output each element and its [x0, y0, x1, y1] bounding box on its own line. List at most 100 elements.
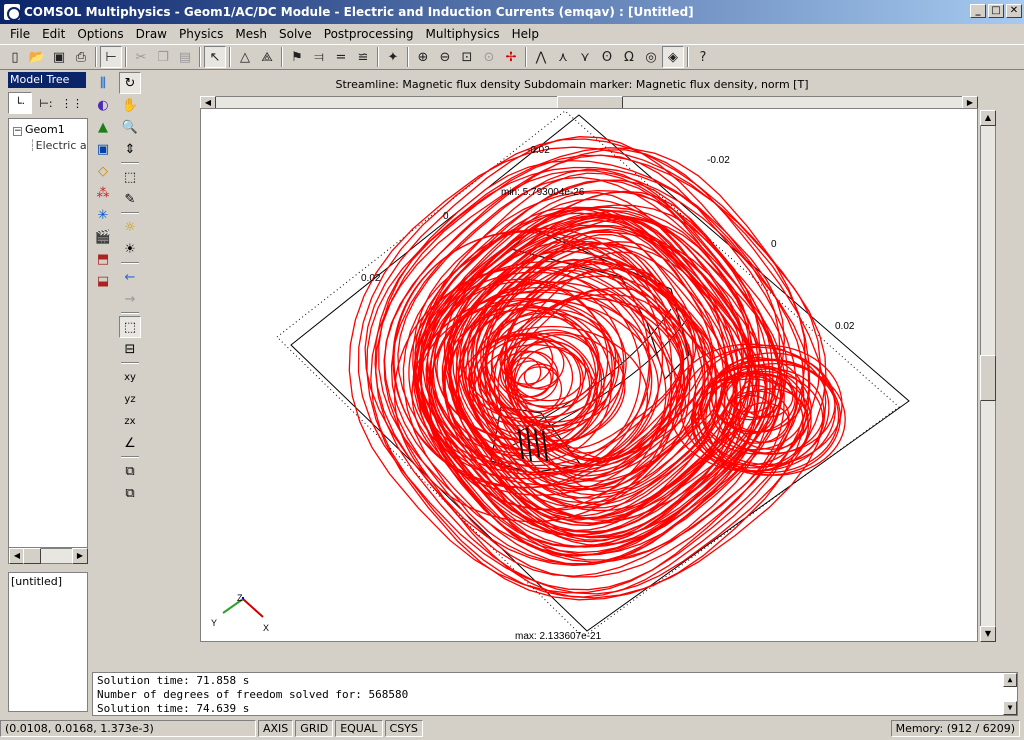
omega-icon[interactable]: Ω	[618, 46, 640, 68]
view-zx-icon[interactable]: zx	[119, 410, 141, 432]
scroll-thumb[interactable]	[980, 355, 996, 401]
axis-label: 0.02	[361, 273, 381, 284]
zoom-extents-icon[interactable]: ⊙	[478, 46, 500, 68]
tree-node-electric[interactable]: ┆Electric a	[29, 139, 87, 152]
mesh-mode-icon[interactable]: ⟁	[256, 46, 278, 68]
scroll-up-button[interactable]: ▲	[1003, 673, 1017, 687]
subdomain-icon[interactable]: ⚑	[286, 46, 308, 68]
save-icon[interactable]: ▣	[48, 46, 70, 68]
tree-detail-icon[interactable]: ⊢:	[34, 92, 58, 114]
arrow-plot-icon[interactable]: ⁂	[92, 182, 114, 204]
menu-physics[interactable]: Physics	[173, 27, 229, 41]
refine-mesh-icon[interactable]: ⋏	[552, 46, 574, 68]
pan-icon[interactable]: ✋	[119, 94, 141, 116]
animate-icon[interactable]: 🎬	[92, 226, 114, 248]
help-icon[interactable]: ?	[692, 46, 714, 68]
menu-draw[interactable]: Draw	[130, 27, 173, 41]
scene-light-icon[interactable]: ☼	[119, 216, 141, 238]
edge-icon[interactable]: ≌	[352, 46, 374, 68]
view-yz-icon[interactable]: yz	[119, 388, 141, 410]
menu-postprocessing[interactable]: Postprocessing	[318, 27, 420, 41]
surface-plot-icon[interactable]: ▲	[92, 116, 114, 138]
csys-toggle[interactable]: CSYS	[384, 719, 423, 737]
select-icon[interactable]: ↖	[204, 46, 226, 68]
boundary-draw-icon[interactable]: ⬓	[92, 270, 114, 292]
tree-icon[interactable]: ⊢	[100, 46, 122, 68]
tree-node-geom1[interactable]: − Geom1	[13, 123, 65, 136]
plot-vertical-scrollbar[interactable]: ▲ ▼	[980, 110, 996, 642]
comsol-app-icon	[4, 4, 21, 21]
cut-icon[interactable]: ✂	[130, 46, 152, 68]
next-view-icon[interactable]: →	[119, 288, 141, 310]
refine-selection-icon[interactable]: ⋎	[574, 46, 596, 68]
circle-icon[interactable]: ◎	[640, 46, 662, 68]
solve-icon[interactable]: ✦	[382, 46, 404, 68]
axis-icon[interactable]: ∠	[119, 432, 141, 454]
toolbar-separator	[121, 262, 139, 264]
scroll-down-button[interactable]: ▼	[1003, 701, 1017, 715]
reset-icon[interactable]: ʘ	[596, 46, 618, 68]
scroll-thumb[interactable]	[23, 548, 41, 564]
collapse-icon[interactable]: −	[13, 127, 22, 136]
zoom-icon[interactable]: 🔍	[119, 116, 141, 138]
plot-parameters-icon[interactable]: ⫼	[92, 72, 114, 94]
streamline	[509, 340, 587, 402]
menu-edit[interactable]: Edit	[36, 27, 71, 41]
transparency-icon[interactable]: ⊟	[119, 338, 141, 360]
rotate-icon[interactable]: ↻	[119, 72, 141, 94]
max-min-icon[interactable]: ✳	[92, 204, 114, 226]
boundary-icon[interactable]: ⫤	[308, 46, 330, 68]
axis-label: 0	[443, 211, 449, 222]
menu-options[interactable]: Options	[71, 27, 129, 41]
close-button[interactable]: ✕	[1006, 4, 1022, 18]
menu-help[interactable]: Help	[506, 27, 545, 41]
axis-toggle[interactable]: AXIS	[258, 719, 294, 737]
toolbar-separator	[121, 162, 139, 164]
init-mesh-icon[interactable]: ⋀	[530, 46, 552, 68]
paste-icon[interactable]: ▤	[174, 46, 196, 68]
plot-canvas[interactable]: -0.02 -0.02 0 0 0.02 0.02 min: 5.793004e…	[200, 108, 978, 642]
decrease-height-icon[interactable]: ⧉	[119, 482, 141, 504]
zoom-window-icon[interactable]: ⊡	[456, 46, 478, 68]
new-icon[interactable]: ▯	[4, 46, 26, 68]
scroll-right-button[interactable]: ▶	[72, 548, 88, 564]
menu-file[interactable]: File	[4, 27, 36, 41]
scroll-down-button[interactable]: ▼	[980, 626, 996, 642]
headlight-icon[interactable]: ☀	[119, 238, 141, 260]
slice-plot-icon[interactable]: ◇	[92, 160, 114, 182]
tree-all-icon[interactable]: ⋮⋮	[60, 92, 84, 114]
minimize-button[interactable]: _	[970, 4, 986, 18]
move-icon[interactable]: ⇕	[119, 138, 141, 160]
scroll-up-button[interactable]: ▲	[980, 110, 996, 126]
streamline-icon[interactable]: ◐	[92, 94, 114, 116]
draw-mode-icon[interactable]: △	[234, 46, 256, 68]
menu-mesh[interactable]: Mesh	[229, 27, 273, 41]
menu-multiphysics[interactable]: Multiphysics	[420, 27, 506, 41]
tree-view-icon[interactable]: └·	[8, 92, 32, 114]
subdomain-draw-icon[interactable]: ⬒	[92, 248, 114, 270]
view-xy-icon[interactable]: xy	[119, 366, 141, 388]
grid-toggle[interactable]: GRID	[295, 719, 334, 737]
camera-icon[interactable]: ⬚	[119, 166, 141, 188]
print-icon[interactable]: ⎙	[70, 46, 92, 68]
default-3d-view-icon[interactable]: ⬚	[119, 316, 141, 338]
previous-view-icon[interactable]: ←	[119, 266, 141, 288]
menu-solve[interactable]: Solve	[273, 27, 318, 41]
tree-horizontal-scrollbar[interactable]: ◀ ▶	[8, 548, 88, 564]
streamline-plot[interactable]: -0.02 -0.02 0 0 0.02 0.02 min: 5.793004e…	[201, 109, 977, 642]
maximize-button[interactable]: □	[988, 4, 1004, 18]
open-icon[interactable]: 📂	[26, 46, 48, 68]
log-console[interactable]: Solution time: 71.858 s Number of degree…	[92, 672, 1018, 716]
boundary-plot-icon[interactable]: ▣	[92, 138, 114, 160]
equal-toggle[interactable]: EQUAL	[335, 719, 383, 737]
log-line: Solution time: 71.858 s	[97, 674, 250, 687]
zoom-in-icon[interactable]: ⊕	[412, 46, 434, 68]
copy-icon[interactable]: ❐	[152, 46, 174, 68]
selection-icon[interactable]: ✢	[500, 46, 522, 68]
increase-height-icon[interactable]: ⧉	[119, 460, 141, 482]
zoom-out-icon[interactable]: ⊖	[434, 46, 456, 68]
equal-icon[interactable]: =	[330, 46, 352, 68]
plot-icon[interactable]: ◈	[662, 46, 684, 68]
light-settings-icon[interactable]: ✎	[119, 188, 141, 210]
notes-panel[interactable]: [untitled]	[8, 572, 88, 712]
